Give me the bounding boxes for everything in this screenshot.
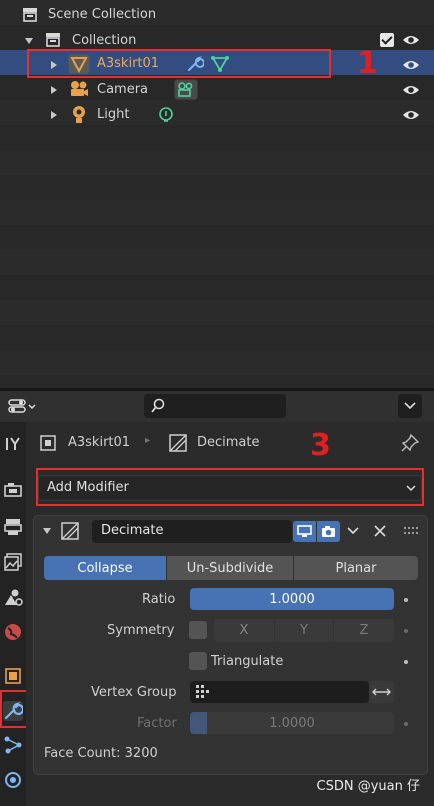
properties-tabs: [0, 422, 40, 806]
pin-icon[interactable]: [400, 433, 420, 453]
vertex-group-field[interactable]: [190, 681, 369, 703]
output-tab-icon[interactable]: [3, 517, 23, 537]
ratio-value: 1.0000: [269, 591, 315, 607]
expand-object-icon[interactable]: [51, 86, 57, 94]
tab-collapse-label: Collapse: [77, 560, 133, 576]
collapse-panel-icon[interactable]: [43, 528, 51, 534]
scene-collection-label: Scene Collection: [48, 7, 157, 22]
search-input[interactable]: [144, 394, 286, 418]
axis-z-label: Z: [359, 623, 369, 638]
keyframe-dot[interactable]: [404, 722, 408, 726]
tab-un-subdivide-label: Un-Subdivide: [186, 560, 274, 576]
object-tab-icon[interactable]: [3, 666, 23, 686]
world-tab-icon[interactable]: [3, 622, 23, 642]
symmetry-axis-z[interactable]: Z: [334, 619, 394, 642]
tab-un-subdivide[interactable]: Un-Subdivide: [167, 556, 293, 580]
scene-collection-icon: [23, 8, 37, 22]
tool-tab-icon[interactable]: [3, 434, 23, 454]
expand-collection-icon[interactable]: [25, 38, 33, 44]
outliner-row-scene-collection[interactable]: Scene Collection: [0, 3, 434, 28]
visibility-eye-icon[interactable]: [402, 84, 420, 96]
annotation-box-1: [27, 49, 331, 78]
monitor-icon: [297, 525, 312, 537]
physics-tab-icon[interactable]: [3, 770, 23, 790]
symmetry-label: Symmetry: [107, 623, 175, 638]
properties-header: [0, 391, 434, 422]
light-data-icon[interactable]: [157, 106, 175, 124]
options-dropdown-button[interactable]: [398, 394, 422, 418]
show-in-viewport-toggle[interactable]: [293, 521, 316, 542]
modifier-name: Decimate: [101, 523, 164, 538]
drag-handle-icon[interactable]: [404, 527, 418, 535]
particles-tab-icon[interactable]: [3, 735, 23, 755]
vertex-group-label: Vertex Group: [91, 685, 177, 700]
camera-data-icon[interactable]: [174, 79, 198, 100]
collection-label: Collection: [72, 33, 137, 48]
visibility-eye-icon[interactable]: [402, 34, 420, 46]
decimate-icon: [169, 434, 187, 452]
modifier-name-input[interactable]: Decimate: [92, 520, 292, 543]
render-tab-icon[interactable]: [3, 480, 23, 500]
outliner-row-camera[interactable]: Camera: [0, 78, 434, 103]
symmetry-axis-x[interactable]: X: [214, 619, 274, 642]
visibility-eye-icon[interactable]: [402, 109, 420, 121]
tab-collapse[interactable]: Collapse: [44, 556, 166, 580]
properties-editor-icon: [8, 399, 36, 413]
face-count-label: Face Count: 3200: [44, 746, 158, 761]
keyframe-dot[interactable]: [404, 598, 408, 602]
object-name-label: Light: [97, 107, 130, 122]
camera-object-icon: [71, 81, 88, 96]
exclude-checkbox[interactable]: [380, 33, 394, 47]
triangulate-label: Triangulate: [211, 654, 284, 669]
chevron-down-icon: [404, 402, 416, 410]
axis-x-label: X: [239, 623, 249, 638]
keyframe-dot[interactable]: [404, 629, 408, 633]
factor-slider[interactable]: 1.0000: [190, 712, 394, 734]
visibility-eye-icon[interactable]: [402, 59, 420, 71]
symmetry-axis-y[interactable]: Y: [275, 619, 333, 642]
close-icon[interactable]: [374, 525, 386, 537]
outliner-panel: Scene Collection Collection A3skirt01 Ca…: [0, 0, 434, 388]
expand-object-icon[interactable]: [51, 111, 57, 119]
breadcrumb-separator-icon: ▸: [145, 435, 151, 446]
keyframe-dot[interactable]: [404, 660, 408, 664]
factor-fill: [190, 712, 207, 734]
light-object-icon: [73, 106, 85, 123]
annotation-number-1: 1: [357, 46, 378, 81]
invert-vertex-group-button[interactable]: [369, 681, 394, 703]
axis-y-label: Y: [300, 623, 308, 638]
decimate-icon: [61, 522, 79, 540]
breadcrumb-object: A3skirt01: [68, 435, 131, 450]
decimate-modifier-panel: Decimate Collapse Un-Subdivide Planar Ra…: [33, 515, 428, 775]
object-name-label: Camera: [97, 82, 149, 97]
render-camera-icon: [322, 526, 335, 537]
tab-planar[interactable]: Planar: [294, 556, 418, 580]
ratio-label: Ratio: [142, 592, 176, 607]
show-in-render-toggle[interactable]: [317, 521, 340, 542]
vertex-group-icon: [196, 685, 209, 698]
watermark-text: CSDN @yuan 仔: [316, 779, 420, 794]
triangulate-checkbox[interactable]: [189, 652, 207, 670]
ratio-slider[interactable]: 1.0000: [190, 588, 394, 610]
breadcrumb-modifier: Decimate: [197, 435, 260, 450]
view-layer-tab-icon[interactable]: [3, 552, 23, 572]
symmetry-checkbox[interactable]: [189, 621, 207, 639]
outliner-row-light[interactable]: Light: [0, 103, 434, 128]
collection-icon: [46, 33, 60, 47]
scene-tab-icon[interactable]: [3, 587, 23, 607]
factor-value: 1.0000: [269, 715, 315, 731]
search-icon: [151, 398, 165, 413]
tab-planar-label: Planar: [335, 560, 377, 576]
chevron-down-icon[interactable]: [347, 527, 359, 535]
annotation-number-3: 3: [310, 428, 331, 463]
editor-type-button[interactable]: [5, 395, 41, 418]
factor-label: Factor: [137, 716, 177, 731]
annotation-box-3: [36, 468, 424, 506]
object-icon: [40, 435, 56, 451]
invert-arrows-icon: [372, 688, 391, 696]
